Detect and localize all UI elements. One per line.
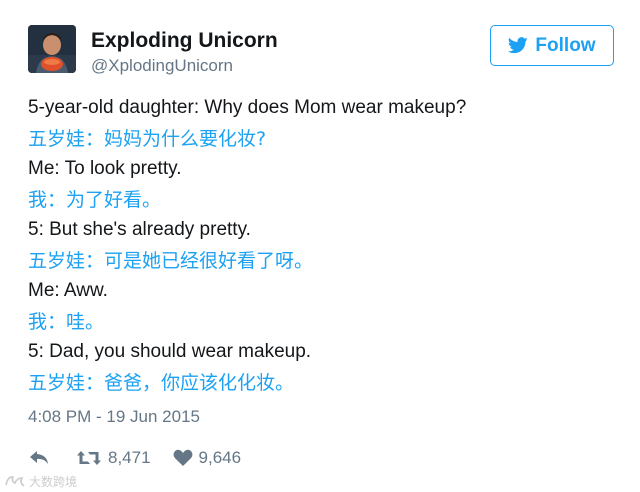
twitter-bird-icon <box>508 37 529 54</box>
tweet-card: Exploding Unicorn @XplodingUnicorn Follo… <box>0 0 640 492</box>
tweet-timestamp[interactable]: 4:08 PM - 19 Jun 2015 <box>28 407 200 427</box>
display-name[interactable]: Exploding Unicorn <box>91 29 278 53</box>
like-count: 9,646 <box>198 448 242 467</box>
tweet-line: 5-year-old daughter: Why does Mom wear m… <box>28 97 467 118</box>
tweet-line: 我：为了好看。 <box>28 188 162 211</box>
tweet-line: 五岁娃：可是她已经很好看了呀。 <box>28 249 314 272</box>
tweet-line: 五岁娃：妈妈为什么要化妆? <box>28 127 267 150</box>
follow-button-label: Follow <box>535 34 596 56</box>
tweet-line: Me: Aww. <box>28 280 108 301</box>
tweet-line: 我：哇。 <box>28 310 105 333</box>
reply-button[interactable] <box>28 449 50 467</box>
tweet-actions: 8,471 9,646 <box>28 444 241 472</box>
tweet-line: 五岁娃：爸爸，你应该化化妆。 <box>28 371 295 394</box>
tweet-line: 5: But she's already pretty. <box>28 219 251 240</box>
user-handle[interactable]: @XplodingUnicorn <box>91 56 233 76</box>
watermark-logo-icon <box>5 476 25 487</box>
watermark: 大数跨境 <box>4 472 77 490</box>
reply-icon <box>30 451 48 464</box>
retweet-button[interactable]: 8,471 <box>76 448 151 468</box>
retweet-icon <box>77 451 101 465</box>
tweet-line: 5: Dad, you should wear makeup. <box>28 341 312 362</box>
heart-icon <box>173 449 193 466</box>
avatar-image <box>28 25 76 73</box>
retweet-count: 8,471 <box>108 448 151 467</box>
watermark-text: 大数跨境 <box>29 474 78 489</box>
follow-button[interactable]: Follow <box>490 25 614 66</box>
tweet-line: Me: To look pretty. <box>28 158 182 179</box>
like-button[interactable]: 9,646 <box>173 448 242 468</box>
avatar[interactable] <box>28 25 76 73</box>
tweet-text: 5-year-old daughter: Why does Mom wear m… <box>28 93 628 398</box>
